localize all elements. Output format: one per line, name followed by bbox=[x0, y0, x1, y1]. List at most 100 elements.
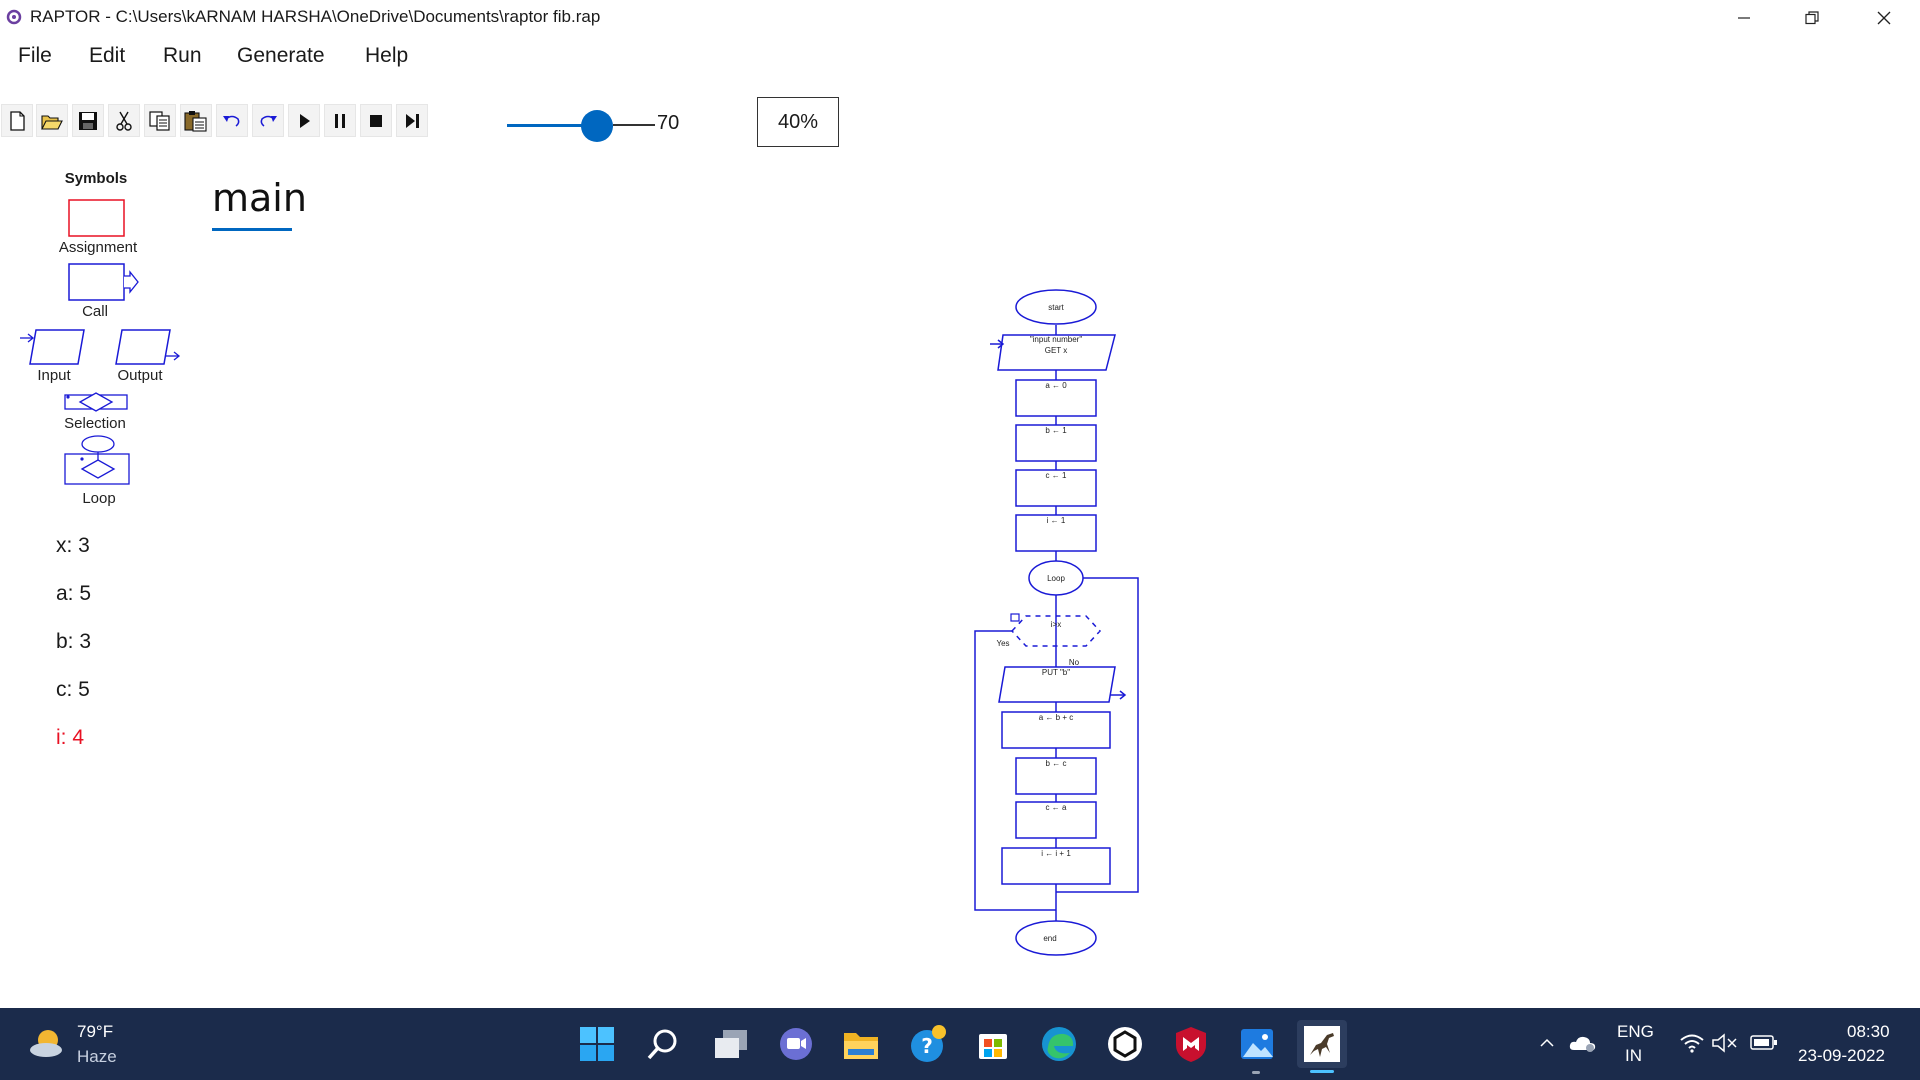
selection-label: Selection bbox=[64, 415, 126, 432]
tab-main[interactable]: main bbox=[212, 176, 307, 220]
paste-button[interactable] bbox=[180, 104, 212, 137]
output-text: PUT "b" bbox=[1042, 668, 1070, 677]
play-button[interactable] bbox=[288, 104, 320, 137]
battery-icon[interactable] bbox=[1750, 1034, 1778, 1052]
taskbar-raptor[interactable] bbox=[1297, 1020, 1347, 1068]
raptor-active-indicator bbox=[1310, 1070, 1334, 1073]
undo-icon bbox=[223, 115, 240, 127]
pause-icon bbox=[335, 113, 345, 128]
chevron-up-icon[interactable] bbox=[1538, 1034, 1556, 1052]
restore-button[interactable] bbox=[1782, 0, 1842, 36]
mcafee-shield-icon bbox=[1176, 1027, 1206, 1062]
windows-start-icon bbox=[580, 1027, 614, 1061]
taskbar-chatgpt-like-app[interactable] bbox=[1100, 1020, 1150, 1068]
output-symbol[interactable] bbox=[112, 326, 182, 368]
menu-edit[interactable]: Edit bbox=[89, 44, 125, 68]
close-button[interactable] bbox=[1854, 0, 1914, 36]
raptor-dinosaur-icon bbox=[1304, 1026, 1340, 1062]
step-button[interactable] bbox=[396, 104, 428, 137]
minimize-icon bbox=[1738, 17, 1750, 19]
stop-button[interactable] bbox=[360, 104, 392, 137]
open-icon bbox=[41, 114, 63, 130]
assign-b-text: b ← 1 bbox=[1045, 426, 1067, 435]
cut-button[interactable] bbox=[108, 104, 140, 137]
wifi-icon[interactable] bbox=[1679, 1032, 1705, 1054]
weather-icon[interactable] bbox=[26, 1026, 68, 1062]
call-symbol[interactable] bbox=[68, 263, 142, 303]
zoom-text: 40% bbox=[777, 110, 819, 133]
taskbar-mcafee[interactable] bbox=[1166, 1020, 1216, 1068]
zoom-level[interactable]: 40% bbox=[757, 97, 839, 147]
yes-label: Yes bbox=[996, 639, 1009, 648]
taskbar-task-view[interactable] bbox=[706, 1020, 756, 1068]
call-label: Call bbox=[82, 303, 108, 320]
hexagon-app-icon bbox=[1108, 1027, 1142, 1061]
edge-icon bbox=[1042, 1027, 1076, 1061]
new-button[interactable] bbox=[1, 104, 33, 137]
loop-symbol[interactable] bbox=[62, 434, 134, 490]
undo-button[interactable] bbox=[216, 104, 248, 137]
folder-icon bbox=[844, 1033, 878, 1059]
pause-button[interactable] bbox=[324, 104, 356, 137]
symbols-heading: Symbols bbox=[64, 170, 128, 187]
clock-time[interactable]: 08:30 bbox=[1847, 1022, 1890, 1042]
start-button[interactable] bbox=[572, 1020, 622, 1068]
taskbar-search[interactable] bbox=[638, 1020, 688, 1068]
body-assign-c-text: c ← a bbox=[1046, 803, 1067, 812]
play-icon bbox=[300, 113, 310, 128]
menu-file[interactable]: File bbox=[18, 44, 52, 68]
close-icon bbox=[1877, 11, 1891, 25]
speed-slider-rest bbox=[612, 124, 655, 126]
loop-label: Loop bbox=[82, 490, 116, 507]
speed-value: 70 bbox=[657, 112, 680, 134]
variable-i: i: 4 bbox=[56, 726, 85, 749]
clock-date[interactable]: 23-09-2022 bbox=[1798, 1046, 1885, 1066]
assignment-label: Assignment bbox=[58, 239, 138, 256]
assign-i-text: i ← 1 bbox=[1047, 516, 1066, 525]
input-label: Input bbox=[37, 367, 71, 384]
taskbar-edge[interactable] bbox=[1034, 1020, 1084, 1068]
assignment-symbol[interactable] bbox=[68, 199, 126, 238]
restore-icon bbox=[1805, 11, 1819, 25]
language-top[interactable]: ENG bbox=[1617, 1022, 1654, 1042]
menu-help[interactable]: Help bbox=[365, 44, 408, 68]
taskbar-get-help[interactable]: ? bbox=[903, 1020, 953, 1068]
assign-a-text: a ← 0 bbox=[1045, 381, 1067, 390]
taskbar-teams-chat[interactable] bbox=[771, 1020, 821, 1068]
menu-run[interactable]: Run bbox=[163, 44, 202, 68]
taskbar-photos[interactable] bbox=[1232, 1020, 1282, 1068]
minimize-button[interactable] bbox=[1714, 0, 1774, 36]
variable-b: b: 3 bbox=[56, 630, 92, 653]
assign-c-text: c ← 1 bbox=[1046, 471, 1067, 480]
taskbar-store[interactable] bbox=[968, 1020, 1018, 1068]
copy-icon bbox=[149, 110, 170, 131]
weather-desc[interactable]: Haze bbox=[77, 1047, 117, 1067]
start-text: start bbox=[1048, 303, 1064, 312]
paste-icon bbox=[184, 110, 207, 132]
onedrive-cloud-icon[interactable] bbox=[1568, 1032, 1598, 1054]
menu-generate[interactable]: Generate bbox=[237, 44, 325, 68]
volume-muted-icon[interactable] bbox=[1711, 1032, 1739, 1054]
cut-icon bbox=[116, 111, 132, 131]
output-label: Output bbox=[117, 367, 163, 384]
copy-button[interactable] bbox=[144, 104, 176, 137]
step-icon bbox=[406, 113, 419, 128]
variable-a: a: 5 bbox=[56, 582, 92, 605]
input-symbol[interactable] bbox=[18, 326, 88, 368]
stop-icon bbox=[370, 114, 382, 127]
taskbar-file-explorer[interactable] bbox=[836, 1020, 886, 1068]
save-button[interactable] bbox=[72, 104, 104, 137]
body-assign-b-text: b ← c bbox=[1046, 759, 1067, 768]
raptor-app-icon bbox=[6, 9, 22, 25]
variable-x: x: 3 bbox=[56, 534, 90, 557]
help-icon: ? bbox=[911, 1025, 946, 1062]
input-get-text: GET x bbox=[1045, 346, 1068, 355]
language-bottom[interactable]: IN bbox=[1625, 1046, 1642, 1066]
speed-slider-thumb[interactable] bbox=[580, 110, 613, 142]
tab-main-underline bbox=[212, 228, 292, 231]
redo-button[interactable] bbox=[252, 104, 284, 137]
weather-temp[interactable]: 79°F bbox=[77, 1022, 113, 1042]
open-button[interactable] bbox=[36, 104, 68, 137]
selection-symbol[interactable] bbox=[62, 390, 132, 414]
no-label: No bbox=[1069, 658, 1080, 667]
